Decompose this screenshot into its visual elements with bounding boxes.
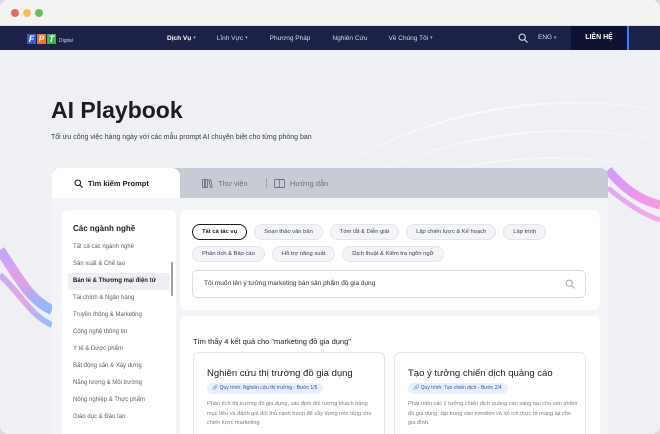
- chip-productivity[interactable]: Hỗ trợ năng suất: [271, 246, 336, 262]
- results-area: Tìm thấy 4 kết quả cho "marketing đồ gia…: [180, 316, 600, 434]
- sidebar-item-all-industries[interactable]: Tất cả các ngành nghề: [68, 239, 170, 256]
- industry-list: Tất cả các ngành nghề Sản xuất & Chế tạo…: [68, 239, 170, 426]
- chip-all-tasks[interactable]: Tất cả tác vụ: [192, 224, 248, 240]
- prompt-search-input[interactable]: Tôi muốn lên ý tưởng marketing bán sản p…: [192, 270, 586, 298]
- task-filter-area: Tất cả tác vụ Soạn thảo văn bản Tóm tắt …: [180, 210, 600, 310]
- logo-letter-p: P: [37, 34, 46, 44]
- task-chip-group: Tất cả tác vụ Soạn thảo văn bản Tóm tắt …: [192, 224, 592, 262]
- menu-item-label: Về Chúng Tôi: [388, 34, 429, 42]
- link-icon: 🔗: [413, 385, 420, 391]
- sidebar-item-energy-environment[interactable]: Năng lượng & Môi trường: [68, 375, 170, 392]
- language-label: ENG: [538, 34, 553, 41]
- menu-item-nghien-cuu[interactable]: Nghiên Cứu: [332, 35, 367, 42]
- menu-item-label: Phương Pháp: [269, 34, 311, 42]
- sidebar-item-retail-ecommerce[interactable]: Bán lẻ & Thương mại điện tử: [68, 273, 170, 290]
- search-icon[interactable]: [518, 33, 528, 43]
- library-icon: [202, 178, 213, 188]
- chip-strategy-planning[interactable]: Lập chiến lược & Kế hoạch: [406, 224, 497, 240]
- chevron-down-icon: ▾: [245, 35, 248, 41]
- sidebar-scrollbar[interactable]: [171, 262, 173, 296]
- industry-sidebar: Các ngành nghề Tất cả các ngành nghề Sản…: [62, 210, 176, 434]
- tab-search-prompt[interactable]: Tìm kiếm Prompt: [52, 168, 180, 198]
- chevron-down-icon: ▾: [430, 35, 433, 41]
- menu-item-phuong-phap[interactable]: Phương Pháp: [270, 35, 311, 42]
- tab-library[interactable]: Thư viện: [202, 168, 248, 198]
- chip-analysis-reporting[interactable]: Phân tích & Báo cáo: [192, 246, 265, 262]
- chip-programming[interactable]: Lập trình: [503, 224, 547, 240]
- card-title: Tạo ý tưởng chiến dịch quảng cáo: [408, 368, 553, 379]
- logo-letter-t: T: [47, 34, 56, 44]
- search-icon: [74, 178, 83, 188]
- guide-icon: [274, 178, 285, 188]
- logo-letter-f: F: [27, 34, 36, 44]
- content-panel: Các ngành nghề Tất cả các ngành nghề Sản…: [52, 198, 608, 434]
- sidebar-item-manufacturing[interactable]: Sản xuất & Chế tạo: [68, 256, 170, 273]
- chip-document-drafting[interactable]: Soạn thảo văn bản: [254, 224, 323, 240]
- tab-divider: [266, 178, 267, 188]
- chevron-down-icon: ▾: [553, 35, 557, 41]
- card-description: Phát triển các ý tưởng chiến dịch quảng …: [408, 401, 578, 426]
- result-card[interactable]: Nghiên cứu thị trường đồ gia dụng 🔗 Quy …: [193, 352, 385, 434]
- hero-section: AI Playbook Tối ưu công việc hàng ngày v…: [0, 50, 660, 434]
- sidebar-item-education-training[interactable]: Giáo dục & Đào tạo: [68, 409, 170, 426]
- menu-item-dich-vu[interactable]: Dịch Vụ ▾: [167, 35, 196, 42]
- search-icon[interactable]: [565, 279, 575, 289]
- menu-item-linh-vuc[interactable]: Lĩnh Vực ▾: [217, 35, 248, 42]
- workflow-badge-label: Quy trình: Nghiên cứu thị trường - Bước …: [219, 385, 318, 391]
- menu-item-label: Lĩnh Vực: [216, 34, 244, 42]
- workflow-badge-label: Quy trình: Tạo chiến dịch - Bước 2/4: [420, 385, 502, 391]
- contact-button[interactable]: LIÊN HỆ: [571, 26, 627, 50]
- close-window-button[interactable]: [11, 9, 19, 17]
- tab-label: Thư viện: [218, 178, 248, 188]
- sidebar-title: Các ngành nghề: [73, 224, 136, 233]
- fpt-logo-mark: F P T: [27, 34, 56, 44]
- sidebar-item-healthcare-pharma[interactable]: Y tế & Dược phẩm: [68, 341, 170, 358]
- card-description: Phân tích thị trường đồ gia dụng, xác đị…: [207, 401, 372, 426]
- chip-translation-proofreading[interactable]: Dịch thuật & Kiểm tra ngôn ngữ: [342, 246, 444, 262]
- fpt-digital-logo[interactable]: F P T Digital: [27, 32, 73, 44]
- workflow-badge: 🔗 Quy trình: Tạo chiến dịch - Bước 2/4: [408, 383, 508, 394]
- browser-window: F P T Digital Dịch Vụ ▾ Lĩnh Vực ▾ Phươn…: [0, 0, 660, 434]
- sidebar-item-agriculture-food[interactable]: Nông nghiệp & Thực phẩm: [68, 392, 170, 409]
- sidebar-item-media-marketing[interactable]: Truyền thông & Marketing: [68, 307, 170, 324]
- chevron-down-icon: ▾: [193, 35, 196, 41]
- workflow-badge: 🔗 Quy trình: Nghiên cứu thị trường - Bướ…: [207, 383, 324, 394]
- results-summary: Tìm thấy 4 kết quả cho "marketing đồ gia…: [193, 337, 351, 346]
- page-subtitle: Tối ưu công việc hàng ngày với các mẫu p…: [51, 134, 312, 141]
- sidebar-item-finance-banking[interactable]: Tài chính & Ngân hàng: [68, 290, 170, 307]
- main-menu: Dịch Vụ ▾ Lĩnh Vực ▾ Phương Pháp Nghiên …: [160, 26, 433, 50]
- tab-guide[interactable]: Hướng dẫn: [274, 168, 328, 198]
- page-title: AI Playbook: [51, 97, 183, 123]
- top-navigation: F P T Digital Dịch Vụ ▾ Lĩnh Vực ▾ Phươn…: [0, 26, 660, 50]
- sidebar-item-information-technology[interactable]: Công nghệ thông tin: [68, 324, 170, 341]
- tab-bar: Tìm kiếm Prompt Thư viện Hướng dẫn: [52, 168, 608, 198]
- menu-item-label: Nghiên Cứu: [332, 34, 368, 42]
- search-input-value: Tôi muốn lên ý tưởng marketing bán sản p…: [204, 280, 376, 287]
- chip-summarize-explain[interactable]: Tóm tắt & Diễn giải: [329, 224, 400, 240]
- menu-item-label: Dịch Vụ: [167, 34, 192, 42]
- card-title: Nghiên cứu thị trường đồ gia dụng: [207, 368, 353, 379]
- tab-label: Tìm kiếm Prompt: [88, 178, 149, 188]
- window-titlebar: [0, 0, 660, 26]
- language-selector[interactable]: ENG ▾: [538, 26, 556, 50]
- nav-accent-edge: [627, 26, 629, 50]
- maximize-window-button[interactable]: [35, 9, 43, 17]
- minimize-window-button[interactable]: [23, 9, 31, 17]
- logo-sub-text: Digital: [59, 38, 73, 44]
- link-icon: 🔗: [212, 385, 219, 391]
- result-card[interactable]: Tạo ý tưởng chiến dịch quảng cáo 🔗 Quy t…: [394, 352, 586, 434]
- menu-item-ve-chung-toi[interactable]: Về Chúng Tôi ▾: [389, 35, 433, 42]
- sidebar-item-real-estate-construction[interactable]: Bất động sản & Xây dựng: [68, 358, 170, 375]
- tab-label: Hướng dẫn: [290, 178, 329, 188]
